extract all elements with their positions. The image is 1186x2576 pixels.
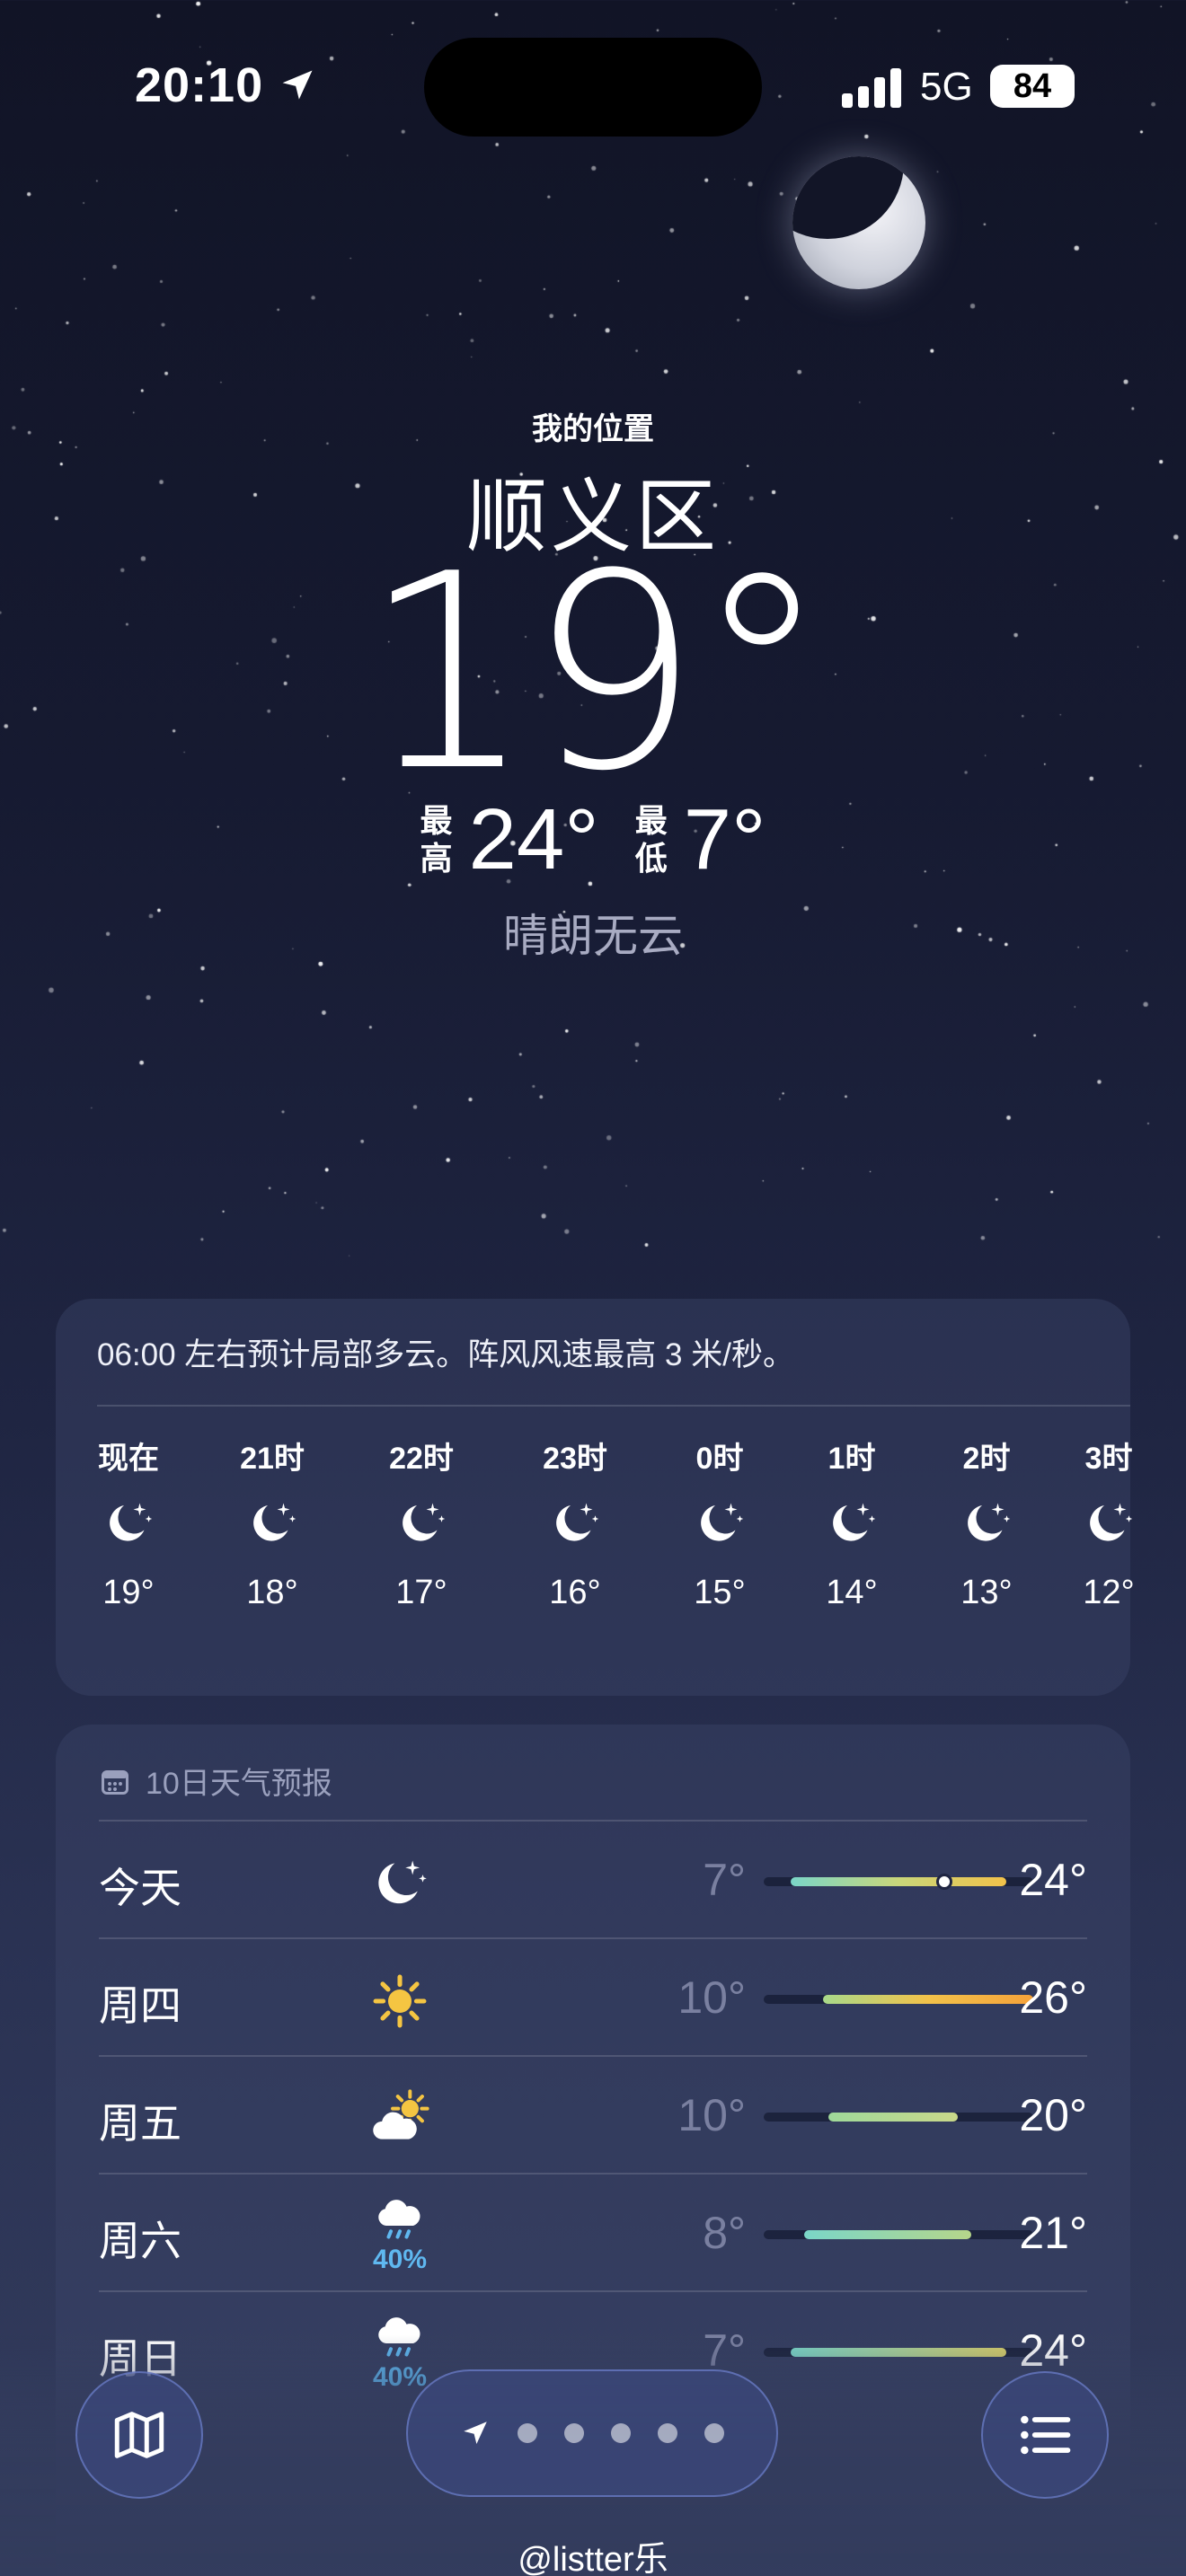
current-temp-marker	[936, 1874, 952, 1890]
hour-temperature: 19°	[102, 1574, 155, 1611]
day-high-temp: 21°	[1019, 2208, 1087, 2258]
battery-indicator: 84	[990, 65, 1075, 108]
daily-forecast-header: 10日天气预报	[99, 1759, 332, 1803]
day-low-temp: 8°	[703, 2208, 746, 2258]
daily-row[interactable]: 周六 40% 8° 21°	[99, 2173, 1087, 2290]
location-arrow-icon	[464, 2422, 487, 2445]
hourly-item: 0时 15°	[661, 1434, 778, 1612]
divider	[97, 1405, 1130, 1407]
day-high-temp: 26°	[1019, 1972, 1087, 2023]
temperature-range-bar	[764, 1874, 1033, 1890]
daily-row[interactable]: 今天 7° 24°	[99, 1820, 1087, 1937]
hour-temperature: 16°	[549, 1574, 601, 1611]
status-time: 20:10	[135, 57, 317, 113]
hourly-item: 21时 18°	[214, 1434, 331, 1612]
day-name: 周四	[99, 1982, 181, 2029]
weather-condition: 晴朗无云	[503, 911, 683, 961]
hour-temperature: 13°	[960, 1574, 1013, 1611]
hourly-summary: 06:00 左右预计局部多云。阵风风速最高 3 米/秒。	[97, 1337, 794, 1372]
location-arrow-icon	[282, 70, 313, 100]
hourly-item: 22时 17°	[363, 1434, 480, 1612]
moon-stars-icon	[110, 1503, 153, 1541]
list-icon	[1021, 2415, 1071, 2455]
signal-strength-icon	[842, 68, 901, 108]
rain-cloud-icon	[378, 2200, 420, 2239]
sun-icon	[373, 1974, 427, 2028]
moon-stars-icon	[701, 1503, 744, 1541]
high-label: 最高	[420, 802, 453, 877]
hour-label: 3时	[1084, 1442, 1133, 1476]
hour-label: 22时	[389, 1442, 454, 1476]
hour-label: 23时	[543, 1442, 607, 1476]
temperature-range-bar	[764, 1995, 1033, 2004]
hourly-forecast-card[interactable]: 06:00 左右预计局部多云。阵风风速最高 3 米/秒。 现在 19° 21时 1…	[56, 1299, 1135, 1696]
hourly-item: 3时 12°	[1050, 1434, 1167, 1612]
hour-temperature: 15°	[694, 1574, 746, 1611]
hourly-item: 23时 16°	[517, 1434, 633, 1612]
hour-temperature: 18°	[246, 1574, 298, 1611]
city-list-button[interactable]	[981, 2371, 1109, 2499]
hour-label: 0时	[695, 1442, 744, 1476]
temperature-range-fill	[804, 2230, 971, 2239]
day-high-temp: 20°	[1019, 2090, 1087, 2140]
hour-label: 现在	[98, 1442, 159, 1476]
low-label: 最低	[634, 802, 668, 877]
map-button[interactable]	[75, 2371, 203, 2499]
page-dot[interactable]	[611, 2423, 631, 2443]
hourly-item: 1时 14°	[793, 1434, 910, 1612]
hourly-item: 2时 13°	[928, 1434, 1045, 1612]
temperature-range-fill	[828, 2113, 958, 2122]
day-name: 周六	[99, 2218, 181, 2264]
map-icon	[114, 2412, 164, 2458]
page-dot[interactable]	[704, 2423, 724, 2443]
day-name: 今天	[99, 1865, 181, 1911]
hour-temperature: 12°	[1083, 1574, 1135, 1611]
day-low-temp: 10°	[677, 1972, 746, 2023]
day-high-temp: 24°	[1019, 1855, 1087, 1905]
calendar-icon	[102, 1769, 128, 1795]
moon-stars-icon	[253, 1503, 296, 1541]
watermark: @listter乐	[518, 2541, 668, 2576]
moon-stars-icon	[403, 1503, 446, 1541]
day-low-temp: 7°	[703, 1855, 746, 1905]
moon-stars-icon	[1090, 1503, 1133, 1541]
precip-probability: 40%	[372, 2245, 428, 2274]
page-dot[interactable]	[518, 2423, 537, 2443]
moon-stars-icon	[833, 1503, 876, 1541]
daily-row[interactable]: 周五 10° 20°	[99, 2055, 1087, 2173]
hour-label: 2时	[962, 1442, 1011, 1476]
low-temperature: 7°	[683, 791, 766, 887]
daily-forecast-title: 10日天气预报	[146, 1767, 332, 1801]
high-temperature: 24°	[468, 791, 599, 887]
high-low-row: 最高 24° 最低 7°	[0, 790, 1186, 889]
dynamic-island	[424, 38, 762, 137]
moon-stars-icon	[378, 1860, 427, 1904]
temperature-range-fill	[791, 1877, 1006, 1886]
page-dot[interactable]	[564, 2423, 584, 2443]
page-indicator[interactable]	[406, 2369, 778, 2497]
daily-row[interactable]: 周四 10° 26°	[99, 1937, 1087, 2055]
moon-stars-icon	[968, 1503, 1011, 1541]
day-low-temp: 10°	[677, 2090, 746, 2140]
moon-illustration	[792, 156, 925, 289]
network-type: 5G	[920, 65, 973, 109]
hourly-item: 现在 19°	[70, 1434, 187, 1612]
hour-label: 21时	[240, 1442, 305, 1476]
temperature-range-bar	[764, 2230, 1033, 2239]
temperature-range-bar	[764, 2113, 1033, 2122]
day-name: 周五	[99, 2100, 181, 2147]
location-label: 我的位置	[532, 412, 654, 446]
hour-temperature: 14°	[826, 1574, 878, 1611]
moon-stars-icon	[556, 1503, 599, 1541]
hour-temperature: 17°	[395, 1574, 447, 1611]
hour-label: 1时	[828, 1442, 876, 1476]
page-dot[interactable]	[658, 2423, 677, 2443]
current-temperature: 19°	[362, 516, 829, 830]
partly-sunny-icon	[373, 2089, 429, 2139]
